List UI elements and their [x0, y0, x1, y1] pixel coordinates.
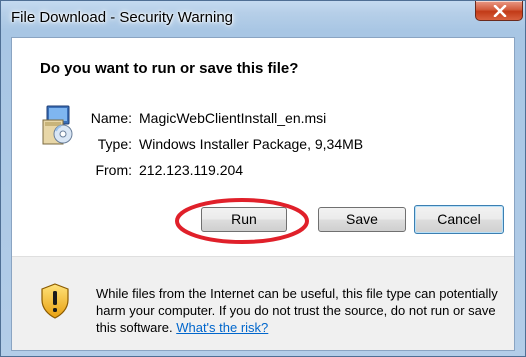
dialog-question: Do you want to run or save this file? [40, 60, 299, 77]
security-shield-icon [40, 283, 70, 324]
dialog-body: Do you want to run or save this file? Na… [11, 37, 515, 351]
file-name-label: Name: [90, 110, 132, 126]
cancel-button[interactable]: Cancel [414, 205, 504, 234]
warning-text: While files from the Internet can be use… [96, 286, 498, 335]
close-button[interactable] [475, 1, 523, 21]
warning-panel: While files from the Internet can be use… [12, 257, 514, 350]
warning-message: While files from the Internet can be use… [96, 285, 508, 336]
highlight-ellipse [175, 198, 309, 244]
close-icon [493, 5, 507, 17]
whats-the-risk-link[interactable]: What's the risk? [176, 320, 268, 335]
file-type-value: Windows Installer Package, 9,34MB [139, 136, 364, 152]
window-title: File Download - Security Warning [11, 9, 234, 26]
file-source-value: 212.123.119.204 [139, 162, 244, 178]
security-warning-dialog: File Download - Security Warning Do you … [0, 0, 526, 357]
save-button[interactable]: Save [318, 207, 406, 232]
file-name-value: MagicWebClientInstall_en.msi [139, 110, 327, 126]
title-bar[interactable]: File Download - Security Warning [1, 1, 525, 33]
cancel-button-label: Cancel [437, 211, 481, 227]
save-button-label: Save [346, 211, 378, 227]
file-source-label: From: [95, 162, 132, 178]
file-type-label: Type: [97, 136, 132, 152]
